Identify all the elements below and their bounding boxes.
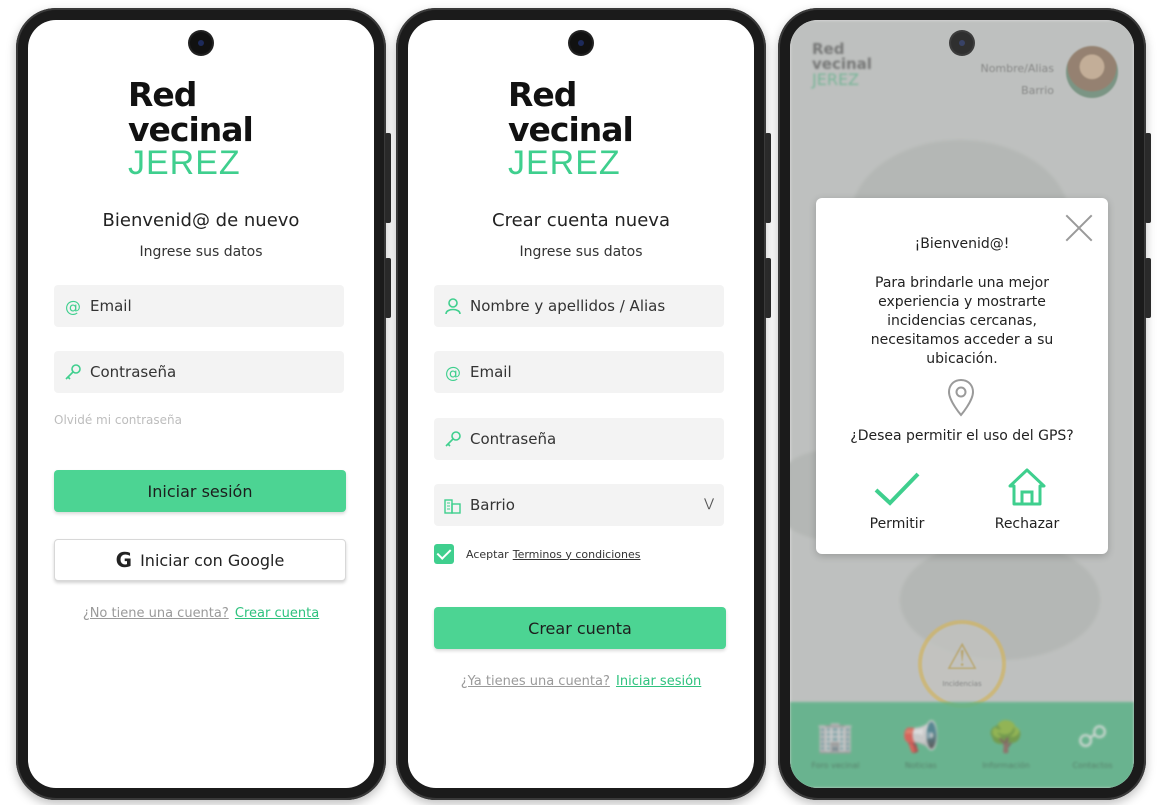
app-logo: Red vecinal JEREZ <box>508 75 634 182</box>
key-icon <box>64 363 82 381</box>
deny-gps-button[interactable]: Rechazar <box>982 466 1072 532</box>
at-icon: @ <box>445 362 461 382</box>
name-placeholder: Nombre y apellidos / Alias <box>470 297 666 315</box>
at-icon: @ <box>65 296 81 316</box>
buildings-icon <box>444 496 462 514</box>
password-field[interactable]: Contraseña <box>434 418 724 460</box>
no-account-text: ¿No tiene una cuenta? <box>82 606 229 621</box>
terms-link[interactable]: Terminos y condiciones <box>513 548 641 561</box>
register-screen: Red vecinal JEREZ Crear cuenta nueva Ing… <box>408 20 754 788</box>
barrio-placeholder: Barrio <box>470 496 515 514</box>
password-field[interactable]: Contraseña <box>54 351 344 393</box>
camera-notch <box>190 32 212 54</box>
forgot-password-link[interactable]: Olvidé mi contraseña <box>54 413 182 427</box>
page-title: Bienvenid@ de nuevo <box>102 210 300 231</box>
create-account-button[interactable]: Crear cuenta <box>434 607 726 649</box>
side-button <box>1145 133 1151 223</box>
login-prompt: ¿Ya tienes una cuenta? Iniciar sesión <box>408 674 754 689</box>
google-button-label: Iniciar con Google <box>140 550 285 570</box>
phone-login: Red vecinal JEREZ Bienvenid@ de nuevo In… <box>16 8 391 800</box>
email-field[interactable]: @ Email <box>54 285 344 327</box>
terms-checkbox[interactable] <box>434 544 454 564</box>
page-title: Crear cuenta nueva <box>492 210 670 231</box>
password-placeholder: Contraseña <box>470 430 557 448</box>
home-screen: Red vecinal JEREZ Nombre/Alias Barrio ⚠ … <box>790 20 1134 788</box>
page-subtitle: Ingrese sus datos <box>519 244 643 260</box>
side-button <box>1145 258 1151 318</box>
side-button <box>765 133 771 223</box>
login-link[interactable]: Iniciar sesión <box>616 674 701 689</box>
dialog-title: ¡Bienvenid@! <box>914 236 1010 252</box>
home-icon <box>1008 468 1046 506</box>
logo-line-2: vecinal <box>128 110 254 149</box>
side-button <box>385 258 391 318</box>
deny-label: Rechazar <box>994 516 1060 532</box>
accept-label: Aceptar <box>466 547 509 561</box>
have-account-text: ¿Ya tienes una cuenta? <box>460 674 610 689</box>
logo-line-3: JEREZ <box>128 144 241 182</box>
dialog-body: Para brindarle una mejor experiencia y m… <box>870 275 1054 367</box>
logo-line-2: vecinal <box>508 110 634 149</box>
password-placeholder: Contraseña <box>90 363 177 381</box>
allow-gps-button[interactable]: Permitir <box>852 466 942 532</box>
name-field[interactable]: Nombre y apellidos / Alias <box>434 285 724 327</box>
side-button <box>385 133 391 223</box>
email-field[interactable]: @ Email <box>434 351 724 393</box>
terms-row: Aceptar Terminos y condiciones <box>434 544 640 564</box>
phone-home: Red vecinal JEREZ Nombre/Alias Barrio ⚠ … <box>778 8 1151 800</box>
email-placeholder: Email <box>90 297 132 315</box>
app-logo: Red vecinal JEREZ <box>128 75 254 182</box>
user-icon <box>444 297 462 315</box>
location-pin-icon <box>947 378 975 417</box>
create-account-link[interactable]: Crear cuenta <box>235 606 319 621</box>
signup-prompt: ¿No tiene una cuenta? Crear cuenta <box>28 606 374 621</box>
phone-register: Red vecinal JEREZ Crear cuenta nueva Ing… <box>396 8 771 800</box>
email-placeholder: Email <box>470 363 512 381</box>
google-login-button[interactable]: G Iniciar con Google <box>54 539 346 581</box>
gps-permission-dialog: ¡Bienvenid@! Para brindarle una mejor ex… <box>816 198 1108 554</box>
check-icon <box>874 472 920 506</box>
logo-line-3: JEREZ <box>508 144 621 182</box>
key-icon <box>444 430 462 448</box>
barrio-select[interactable]: Barrio ⋁ <box>434 484 724 526</box>
logo-line-1: Red <box>508 75 577 114</box>
camera-notch <box>570 32 592 54</box>
chevron-down-icon: ⋁ <box>704 496 714 510</box>
side-button <box>765 258 771 318</box>
login-button[interactable]: Iniciar sesión <box>54 470 346 512</box>
page-subtitle: Ingrese sus datos <box>139 244 263 260</box>
logo-line-1: Red <box>128 75 197 114</box>
allow-label: Permitir <box>869 516 925 532</box>
dialog-question: ¿Desea permitir el uso del GPS? <box>850 428 1074 444</box>
google-icon: G <box>115 548 133 572</box>
login-screen: Red vecinal JEREZ Bienvenid@ de nuevo In… <box>28 20 374 788</box>
